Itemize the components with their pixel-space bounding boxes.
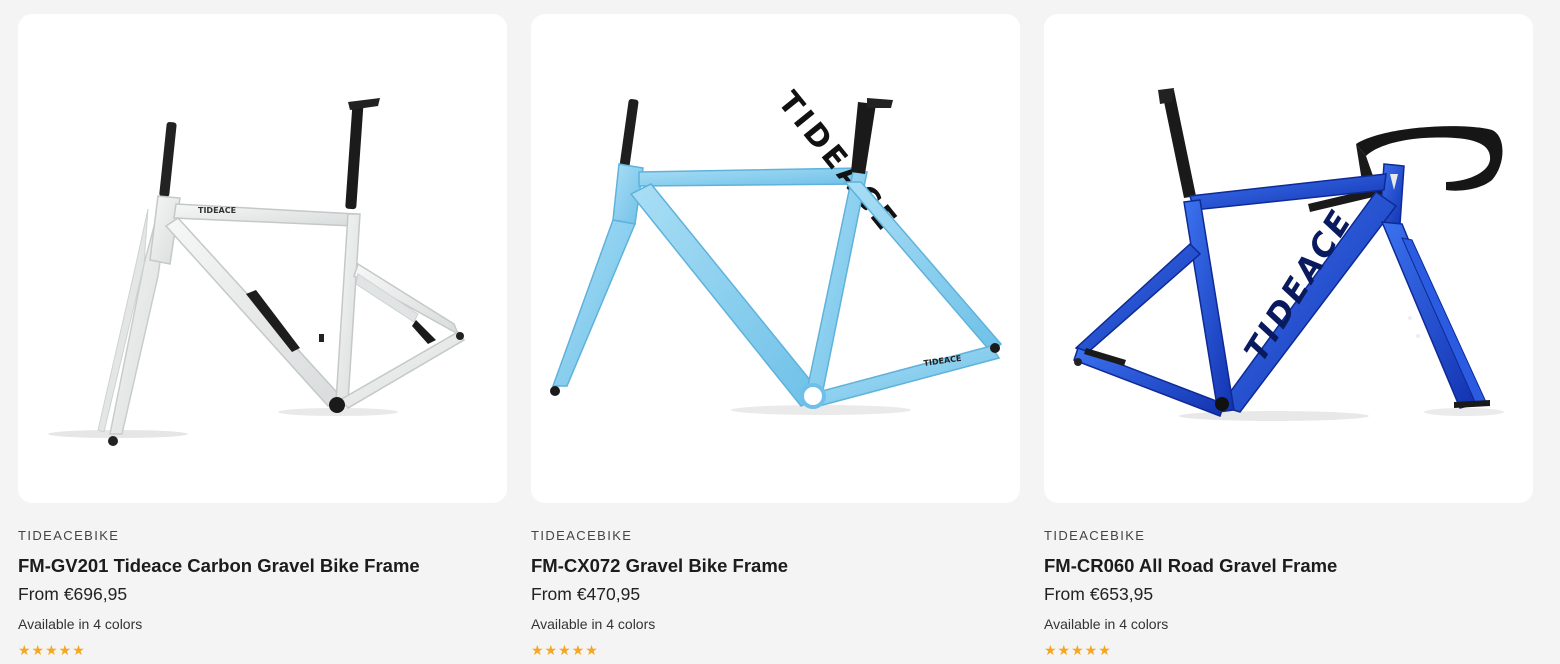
product-price: From €470,95 [531,583,1020,605]
product-image[interactable]: TIDEACE [18,14,507,503]
product-title[interactable]: FM-CX072 Gravel Bike Frame [531,555,1020,577]
product-card[interactable]: TIDEACE TIDEACE TIDEACEBIKE FM-CX072 Gra… [531,14,1020,658]
product-image[interactable]: TIDEACE TIDEACE TIDEACE [531,14,1020,503]
price-value: €653,95 [1089,584,1154,604]
price-prefix: From [531,584,572,604]
rating-stars: ★★★★★ [18,642,86,658]
availability-text: Available in 4 colors [1044,616,1169,632]
svg-text:TIDEACE: TIDEACE [1237,202,1361,368]
product-title[interactable]: FM-GV201 Tideace Carbon Gravel Bike Fram… [18,555,507,577]
bike-frame-blue-icon: TIDEACE [1073,88,1504,421]
product-vendor: TIDEACEBIKE [18,528,120,543]
product-price: From €653,95 [1044,583,1533,605]
availability-text: Available in 4 colors [531,616,656,632]
price-value: €696,95 [63,584,128,604]
product-price: From €696,95 [18,583,507,605]
product-vendor: TIDEACEBIKE [531,528,633,543]
price-prefix: From [1044,584,1085,604]
rating-stars: ★★★★★ [531,642,599,658]
product-title[interactable]: FM-CR060 All Road Gravel Frame [1044,555,1533,577]
product-grid: TIDEACE TIDEACEBIKE FM-GV201 Tideace Car… [18,14,1533,658]
product-image[interactable]: TIDEACE [1044,14,1533,503]
price-prefix: From [18,584,59,604]
product-card[interactable]: TIDEACE TIDEACEBIKE FM-GV201 Tideace Car… [18,14,507,658]
bike-frame-light-blue-icon: TIDEACE TIDEACE TIDEACE [550,85,1003,415]
product-card[interactable]: TIDEACE TIDEACEBIKE FM-CR060 All Road Gr… [1044,14,1533,658]
availability-text: Available in 4 colors [18,616,143,632]
rating-stars: ★★★★★ [1044,642,1112,658]
product-vendor: TIDEACEBIKE [1044,528,1146,543]
price-value: €470,95 [576,584,641,604]
bike-frame-white-icon: TIDEACE [48,98,466,446]
svg-text:TIDEACE: TIDEACE [198,206,236,215]
